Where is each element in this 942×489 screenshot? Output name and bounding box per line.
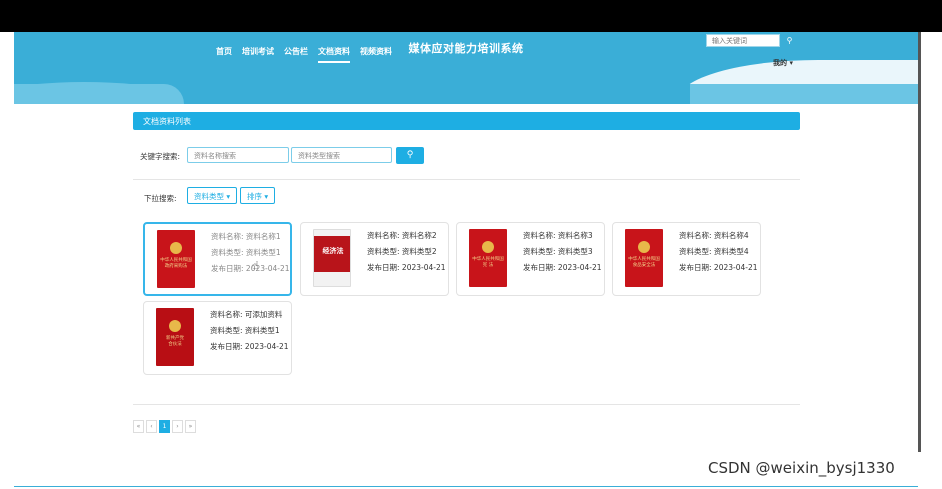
date-label: 发布日期: xyxy=(679,263,712,272)
name-label: 资料名称: xyxy=(523,231,556,240)
card-info: 资料名称: 资料名称1 资料类型: 资料类型1 发布日期: 2023-04-21 xyxy=(211,229,290,277)
emblem-icon xyxy=(169,320,181,332)
card-info: 资料名称: 资料名称4 资料类型: 资料类型4 发布日期: 2023-04-21 xyxy=(679,228,758,276)
name-label: 资料名称: xyxy=(210,310,243,319)
header-search-input[interactable]: 输入关键词 xyxy=(706,34,780,47)
dropdown-search-label: 下拉搜索: xyxy=(144,194,177,203)
doc-type: 资料类型4 xyxy=(713,247,749,256)
user-menu[interactable]: 我的 ▾ xyxy=(773,58,793,68)
doc-date: 2023-04-21 xyxy=(713,263,758,272)
doc-type: 资料类型3 xyxy=(557,247,593,256)
book-cover-image: 中华人民共和国 政府采购法 xyxy=(157,230,195,288)
next-page-button[interactable]: › xyxy=(172,420,183,433)
date-label: 发布日期: xyxy=(367,263,400,272)
doc-type: 资料类型2 xyxy=(401,247,437,256)
book-cover-image: 中华人民共和国 食品安全法 xyxy=(625,229,663,287)
name-search-input[interactable]: 资料名称搜索 xyxy=(187,147,289,163)
pagination: « ‹ 1 › » xyxy=(133,420,196,433)
emblem-icon xyxy=(170,242,182,254)
cover-title: 中华人民共和国 食品安全法 xyxy=(628,257,660,268)
user-menu-label: 我的 xyxy=(773,59,787,67)
type-label: 资料类型: xyxy=(210,326,243,335)
date-label: 发布日期: xyxy=(523,263,556,272)
page-1-button[interactable]: 1 xyxy=(159,420,170,433)
section-title: 文档资料列表 xyxy=(143,117,191,126)
type-dropdown-label: 资料类型 xyxy=(194,192,224,201)
document-card[interactable]: 中华人民共和国 食品安全法 资料名称: 资料名称4 资料类型: 资料类型4 发布日… xyxy=(612,222,761,296)
document-card[interactable]: 经济法 资料名称: 资料名称2 资料类型: 资料类型2 发布日期: 2023-0… xyxy=(300,222,449,296)
header-search-button[interactable]: ⚲ xyxy=(781,34,798,47)
book-cover-image: 经济法 xyxy=(313,229,351,287)
doc-name: 资料名称4 xyxy=(713,231,749,240)
emblem-icon xyxy=(638,241,650,253)
card-info: 资料名称: 可添加资料 资料类型: 资料类型1 发布日期: 2023-04-21 xyxy=(210,307,289,355)
nav-notice[interactable]: 公告栏 xyxy=(284,46,308,63)
header-lower-wave-left xyxy=(14,84,184,104)
divider xyxy=(133,179,800,180)
main-nav: 首页 培训考试 公告栏 文档资料 视频资料 xyxy=(216,46,392,63)
document-card[interactable]: 中华人民共和国宪 法 资料名称: 资料名称3 资料类型: 资料类型3 发布日期:… xyxy=(456,222,605,296)
nav-documents[interactable]: 文档资料 xyxy=(318,46,350,63)
doc-name: 资料名称3 xyxy=(557,231,593,240)
doc-type: 资料类型1 xyxy=(244,326,280,335)
type-dropdown-button[interactable]: 资料类型 ▾ xyxy=(187,187,238,204)
caret-down-icon: ▾ xyxy=(264,192,269,201)
last-page-button[interactable]: » xyxy=(185,420,196,433)
type-label: 资料类型: xyxy=(679,247,712,256)
card-info: 资料名称: 资料名称3 资料类型: 资料类型3 发布日期: 2023-04-21 xyxy=(523,228,602,276)
search-button[interactable]: ⚲ xyxy=(396,147,424,164)
book-cover-image: 新共产党 合伙法 xyxy=(156,308,194,366)
document-card[interactable]: 新共产党 合伙法 资料名称: 可添加资料 资料类型: 资料类型1 发布日期: 20… xyxy=(143,301,292,375)
nav-home[interactable]: 首页 xyxy=(216,46,232,63)
sort-dropdown-button[interactable]: 排序 ▾ xyxy=(240,187,276,204)
hand-cursor-icon: ☝ xyxy=(252,259,259,272)
book-cover-image: 中华人民共和国宪 法 xyxy=(469,229,507,287)
prev-page-button[interactable]: ‹ xyxy=(146,420,157,433)
search-icon: ⚲ xyxy=(786,36,793,45)
doc-name: 可添加资料 xyxy=(244,310,283,319)
doc-date: 2023-04-21 xyxy=(557,263,602,272)
doc-date: 2023-04-21 xyxy=(244,342,289,351)
header-lower-wave-right xyxy=(690,84,918,104)
footer-line xyxy=(14,486,918,487)
cover-title: 新共产党 合伙法 xyxy=(166,336,184,347)
doc-date: 2023-04-21 xyxy=(401,263,446,272)
doc-name: 资料名称1 xyxy=(245,232,281,241)
type-label: 资料类型: xyxy=(211,248,244,257)
sort-dropdown-label: 排序 xyxy=(247,192,262,201)
keyword-search-label: 关键字搜索: xyxy=(140,152,181,161)
watermark: CSDN @weixin_bysj1330 xyxy=(708,459,895,477)
type-label: 资料类型: xyxy=(523,247,556,256)
card-info: 资料名称: 资料名称2 资料类型: 资料类型2 发布日期: 2023-04-21 xyxy=(367,228,446,276)
date-label: 发布日期: xyxy=(211,264,244,273)
nav-videos[interactable]: 视频资料 xyxy=(360,46,392,63)
search-icon: ⚲ xyxy=(406,150,414,160)
cover-title: 中华人民共和国 政府采购法 xyxy=(160,258,192,269)
cover-title: 中华人民共和国宪 法 xyxy=(472,257,504,268)
name-label: 资料名称: xyxy=(211,232,244,241)
first-page-button[interactable]: « xyxy=(133,420,144,433)
date-label: 发布日期: xyxy=(210,342,243,351)
type-search-input[interactable]: 资料类型搜索 xyxy=(291,147,392,163)
name-label: 资料名称: xyxy=(367,231,400,240)
caret-down-icon: ▾ xyxy=(226,192,231,201)
section-title-bar: 文档资料列表 xyxy=(133,112,800,130)
name-label: 资料名称: xyxy=(679,231,712,240)
doc-name: 资料名称2 xyxy=(401,231,437,240)
emblem-icon xyxy=(482,241,494,253)
nav-exam[interactable]: 培训考试 xyxy=(242,46,274,63)
document-card[interactable]: 中华人民共和国 政府采购法 资料名称: 资料名称1 资料类型: 资料类型1 发布日… xyxy=(143,222,292,296)
doc-type: 资料类型1 xyxy=(245,248,281,257)
divider xyxy=(133,404,800,405)
chevron-down-icon: ▾ xyxy=(789,59,793,67)
type-label: 资料类型: xyxy=(367,247,400,256)
cover-title: 经济法 xyxy=(322,247,344,255)
right-edge-bar xyxy=(918,32,942,452)
top-black-bar xyxy=(0,0,942,32)
